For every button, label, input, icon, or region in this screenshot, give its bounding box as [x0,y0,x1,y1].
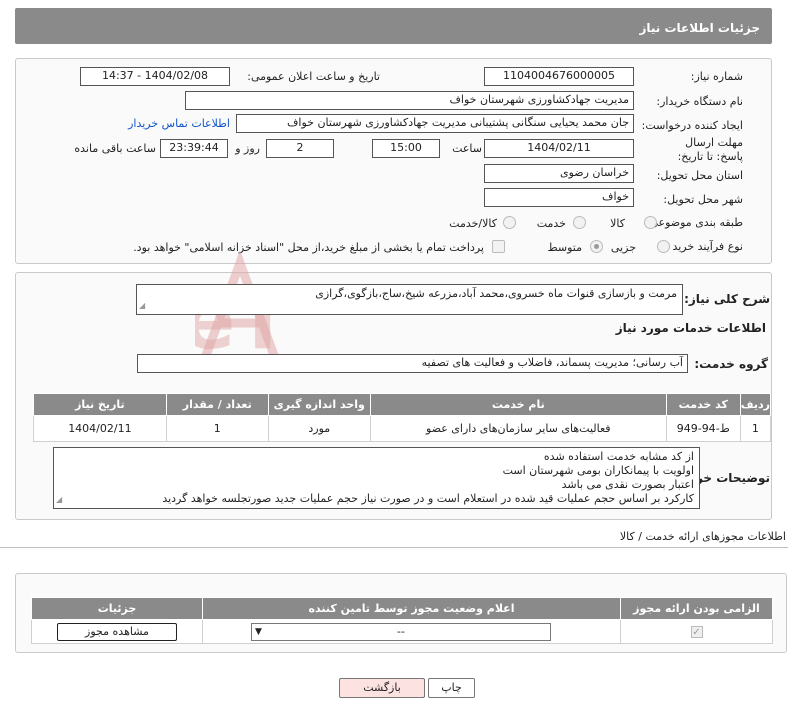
summary-text: مرمت و بازسازی قنوات ماه خسروی،محمد آباد… [315,287,677,300]
summary-textarea: مرمت و بازسازی قنوات ماه خسروی،محمد آباد… [136,284,683,315]
col-permit-required: الزامی بودن ارائه مجوز [620,597,773,620]
note-line: اعتبار بصورت نقدی می باشد [561,478,694,491]
resize-grip-icon: ◢ [56,495,63,504]
col-name: نام خدمت [369,393,667,416]
province-label: استان محل تحویل: [656,169,743,182]
col-code: کد خدمت [665,393,741,416]
process-option-medium: متوسط [547,241,582,254]
divider [0,547,788,548]
requester-label: ایجاد کننده درخواست: [641,119,743,132]
summary-label: شرح کلی نیاز: [684,292,770,306]
permit-details-cell: مشاهده مجوز [31,619,203,644]
city-field: خواف [484,188,634,207]
category-option-goods-service: کالا/خدمت [449,217,497,230]
services-title: اطلاعات خدمات مورد نیاز [615,321,766,335]
page-header: جزئیات اطلاعات نیاز [15,8,772,44]
permits-title: اطلاعات مجوزهای ارائه خدمت / کالا [619,530,786,543]
row-unit: مورد [267,415,371,442]
permit-status-select[interactable]: -- ▼ [251,622,551,641]
view-permit-button[interactable]: مشاهده مجوز [57,622,177,641]
chevron-down-icon: ▼ [255,626,262,637]
note-line: اولویت با پیمانکاران بومی شهرستان است [502,464,694,477]
process-radio-minor[interactable] [657,240,670,253]
need-info-panel [15,58,772,264]
permits-table-header: الزامی بودن ارائه مجوز اعلام وضعیت مجوز … [31,597,773,620]
need-number-label: شماره نیاز: [690,70,743,83]
buyer-org-label: نام دستگاه خریدار: [656,95,743,108]
permit-required-cell: ✓ [620,619,773,644]
category-radio-goods-service[interactable] [503,216,516,229]
category-label: طبقه بندی موضوعی: [645,216,743,229]
announce-label: تاریخ و ساعت اعلان عمومی: [247,70,380,83]
table-row: ✓ -- ▼ مشاهده مجوز [31,619,773,644]
back-button[interactable]: بازگشت [339,678,425,698]
row-qty: 1 [165,415,269,442]
days-label: روز و [235,142,260,155]
days-field: 2 [266,139,334,158]
print-button[interactable]: چاپ [428,678,475,698]
category-option-service: خدمت [536,217,566,230]
deadline-time-field: 15:00 [372,139,440,158]
services-table-header: ردیف کد خدمت نام خدمت واحد اندازه گیری ت… [33,393,772,416]
category-radio-service[interactable] [573,216,586,229]
col-unit: واحد اندازه گیری [267,393,371,416]
col-qty: تعداد / مقدار [165,393,269,416]
buyer-contact-link[interactable]: اطلاعات تماس خریدار [128,117,230,130]
col-row: ردیف [739,393,772,416]
buyer-org-field: مدیریت جهادکشاورزی شهرستان خواف [185,91,634,110]
deadline-label: مهلت ارسال پاسخ: تا تاریخ: [677,136,743,163]
remaining-label: ساعت باقی مانده [74,142,156,155]
note-line: کارکرد بر اساس حجم عملیات قید شده در است… [162,492,694,505]
row-code: ط-94-949 [665,415,741,442]
deadline-date-field: 1404/02/11 [484,139,634,158]
need-number-field: 1104004676000005 [484,67,634,86]
category-option-goods: کالا [610,217,625,230]
col-permit-status: اعلام وضعیت مجوز توسط تامین کننده [202,597,621,620]
note-line: از کد مشابه خدمت استفاده شده [543,450,694,463]
announce-field: 1404/02/08 - 14:37 [80,67,230,86]
category-radio-goods[interactable] [644,216,657,229]
service-group-field: آب رسانی؛ مدیریت پسماند، فاضلاب و فعالیت… [137,354,688,373]
services-table: ردیف کد خدمت نام خدمت واحد اندازه گیری ت… [33,393,772,442]
row-name: فعالیت‌های سایر سازمان‌های دارای عضو [369,415,667,442]
process-option-minor: جزیی [610,241,636,254]
col-permit-details: جزئیات [31,597,203,620]
time-label: ساعت [452,142,482,155]
row-date: 1404/02/11 [33,415,167,442]
process-label: نوع فرآیند خرید : [665,240,743,253]
permit-status-cell: -- ▼ [202,619,621,644]
page-title: جزئیات اطلاعات نیاز [639,21,760,35]
permits-table: الزامی بودن ارائه مجوز اعلام وضعیت مجوز … [31,597,773,644]
city-label: شهر محل تحویل: [663,193,743,206]
province-field: خراسان رضوی [484,164,634,183]
permit-status-value: -- [397,624,405,638]
buyer-notes-textarea: از کد مشابه خدمت استفاده شده اولویت با پ… [53,447,700,509]
resize-grip-icon: ◢ [139,301,146,310]
permit-required-checkbox: ✓ [690,626,703,638]
col-date: تاریخ نیاز [33,393,167,416]
remaining-time-field: 23:39:44 [160,139,228,158]
row-index: 1 [739,415,772,442]
payment-note: پرداخت تمام یا بخشی از مبلغ خرید،از محل … [133,241,484,254]
service-group-label: گروه خدمت: [694,357,768,371]
process-radio-medium[interactable] [590,240,603,253]
treasury-payment-checkbox[interactable] [492,240,505,253]
requester-field: جان محمد یحیایی سنگانی پشتیبانی مدیریت ج… [236,114,634,133]
table-row: 1 ط-94-949 فعالیت‌های سایر سازمان‌های دا… [33,415,772,442]
